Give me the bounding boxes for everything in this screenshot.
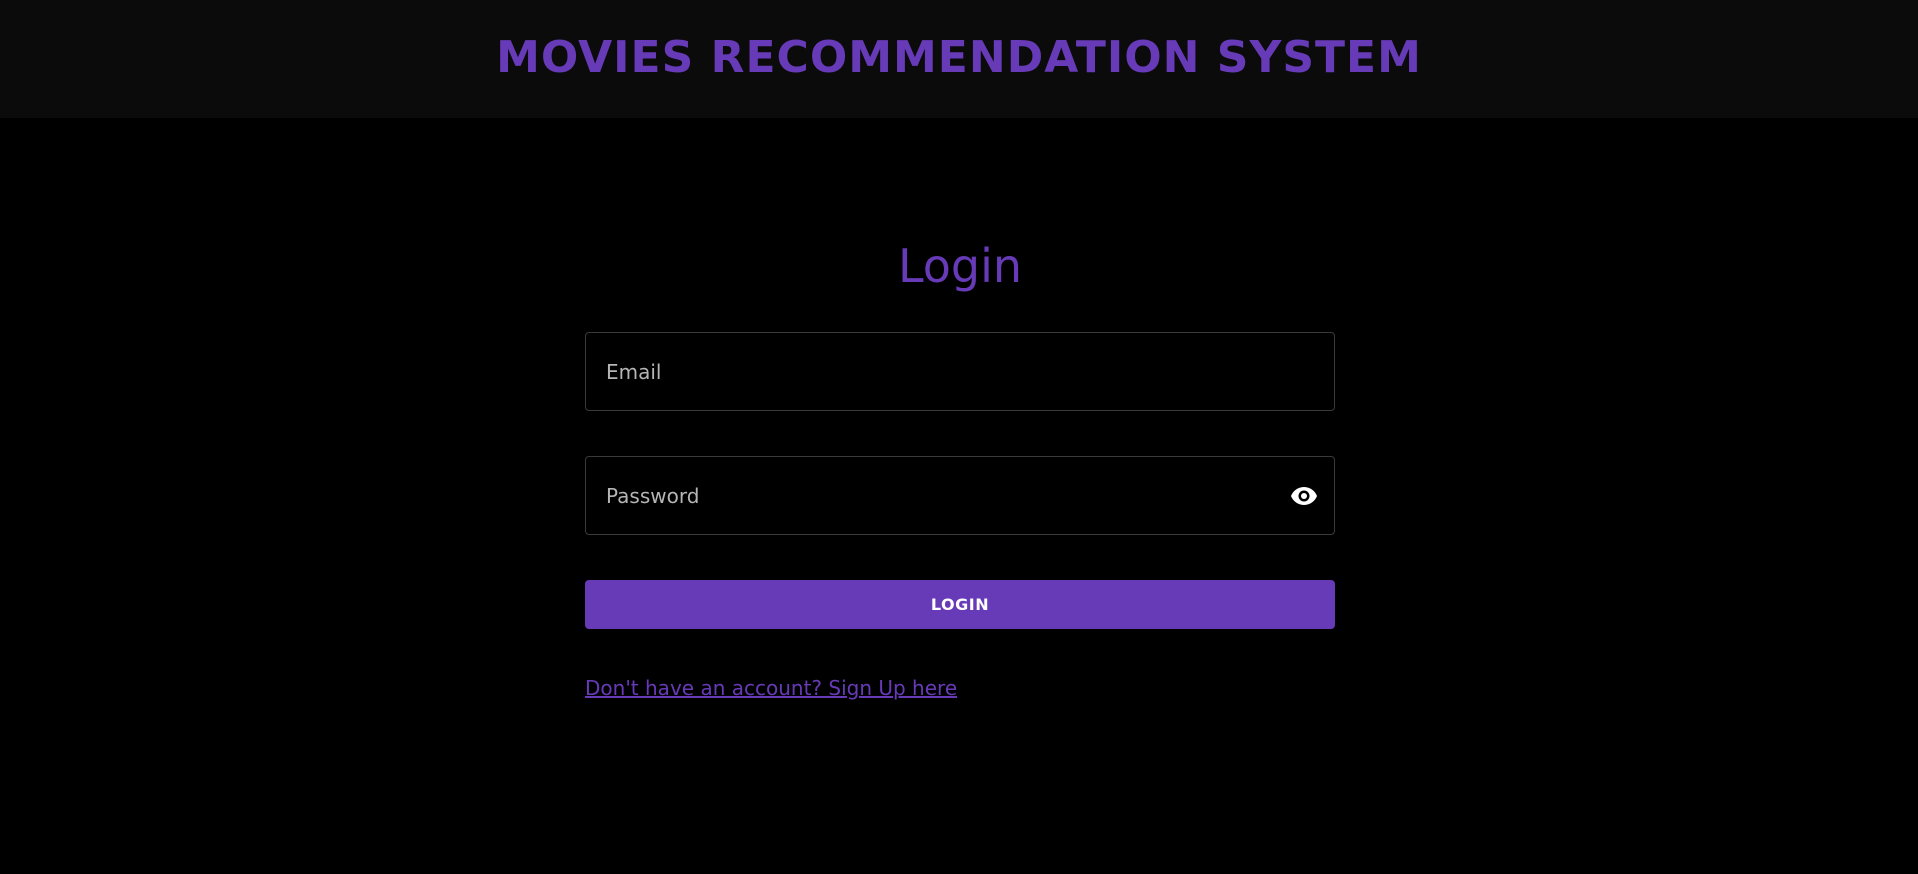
password-input[interactable]	[586, 457, 1334, 534]
app-header: MOVIES RECOMMENDATION SYSTEM	[0, 0, 1918, 118]
email-field-container	[585, 332, 1335, 411]
password-field-container	[585, 456, 1335, 535]
eye-icon[interactable]	[1288, 480, 1320, 512]
login-heading: Login	[897, 239, 1023, 293]
signup-link[interactable]: Don't have an account? Sign Up here	[585, 676, 957, 700]
email-input[interactable]	[586, 333, 1334, 410]
app-title: MOVIES RECOMMENDATION SYSTEM	[496, 31, 1422, 83]
login-button[interactable]: LOGIN	[585, 580, 1335, 629]
